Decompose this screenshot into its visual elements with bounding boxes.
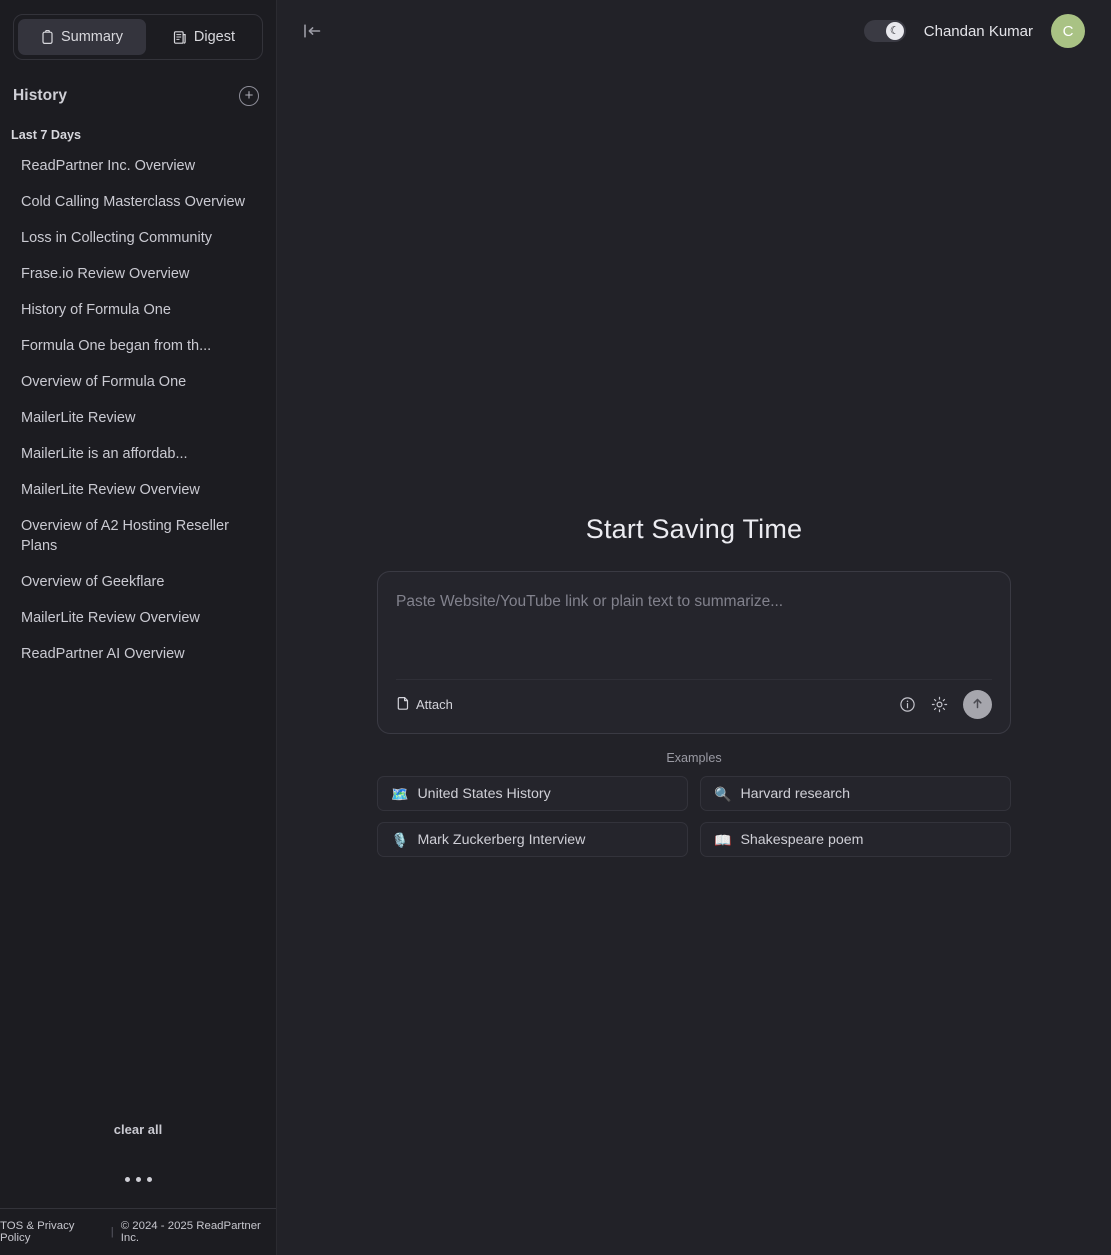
- tab-digest-label: Digest: [193, 29, 236, 45]
- list-item[interactable]: Loss in Collecting Community: [0, 220, 276, 256]
- page-title: Start Saving Time: [585, 514, 803, 544]
- list-item[interactable]: Overview of Formula One: [0, 364, 276, 400]
- microphone-icon: 🎙️: [391, 831, 409, 848]
- footer-divider: |: [110, 1226, 114, 1238]
- example-chip-label: United States History: [417, 785, 551, 802]
- dot: [146, 1177, 152, 1182]
- history-list: ReadPartner Inc. Overview Cold Calling M…: [0, 142, 276, 672]
- tab-summary-label: Summary: [60, 29, 123, 45]
- composer: Attach: [377, 571, 1011, 734]
- sidebar: Summary Digest History Last 7 Days ReadP…: [0, 0, 277, 1255]
- plus-circle-icon[interactable]: [239, 86, 259, 106]
- example-chip[interactable]: 🎙️ Mark Zuckerberg Interview: [377, 822, 688, 857]
- example-chip[interactable]: 📖 Shakespeare poem: [700, 822, 1011, 857]
- list-item[interactable]: MailerLite Review Overview: [0, 472, 276, 508]
- user-name: Chandan Kumar: [923, 22, 1033, 40]
- summarize-input[interactable]: [396, 591, 992, 679]
- theme-toggle[interactable]: ☾: [863, 20, 906, 42]
- example-chip-label: Shakespeare poem: [740, 831, 864, 848]
- attach-button[interactable]: Attach: [396, 696, 453, 714]
- examples-label: Examples: [666, 751, 722, 765]
- example-chip-label: Mark Zuckerberg Interview: [417, 831, 586, 848]
- tab-digest[interactable]: Digest: [150, 19, 258, 55]
- example-chip[interactable]: 🔍 Harvard research: [700, 776, 1011, 811]
- list-item[interactable]: Overview of A2 Hosting Reseller Plans: [0, 508, 276, 564]
- open-book-icon: 📖: [714, 831, 732, 848]
- dot: [124, 1177, 130, 1182]
- dot: [135, 1177, 141, 1182]
- list-item[interactable]: MailerLite Review: [0, 400, 276, 436]
- attach-label: Attach: [416, 697, 453, 712]
- list-item[interactable]: Frase.io Review Overview: [0, 256, 276, 292]
- composer-toolbar: Attach: [396, 679, 992, 733]
- avatar[interactable]: C: [1051, 14, 1085, 48]
- moon-icon: ☾: [885, 22, 904, 40]
- attach-icon: [396, 696, 410, 714]
- ellipsis-icon[interactable]: [0, 1147, 276, 1208]
- arrow-up-icon: [970, 696, 985, 714]
- history-title: History: [13, 87, 68, 104]
- topbar: ☾ Chandan Kumar C: [277, 0, 1111, 62]
- clear-all-button[interactable]: clear all: [0, 1122, 276, 1147]
- history-group-label: Last 7 Days: [11, 128, 82, 142]
- composer-actions: [899, 690, 992, 719]
- map-icon: 🗺️: [391, 785, 409, 802]
- list-item[interactable]: Formula One began from th...: [0, 328, 276, 364]
- main-center: Start Saving Time Attach: [277, 62, 1111, 1255]
- main-panel: ☾ Chandan Kumar C Start Saving Time Past…: [277, 0, 1111, 1255]
- list-item[interactable]: MailerLite Review Overview: [0, 600, 276, 636]
- list-item[interactable]: ReadPartner AI Overview: [0, 636, 276, 672]
- info-circle-icon[interactable]: [899, 696, 916, 713]
- send-button[interactable]: [963, 690, 992, 719]
- topbar-right: ☾ Chandan Kumar C: [863, 14, 1085, 48]
- gear-icon[interactable]: [931, 696, 948, 713]
- tos-privacy-link[interactable]: TOS & Privacy Policy: [0, 1220, 104, 1244]
- example-chip-label: Harvard research: [740, 785, 851, 802]
- collapse-sidebar-icon[interactable]: [301, 22, 323, 40]
- copyright-text: © 2024 - 2025 ReadPartner Inc.: [120, 1220, 261, 1244]
- list-item[interactable]: History of Formula One: [0, 292, 276, 328]
- list-item[interactable]: Overview of Geekflare: [0, 564, 276, 600]
- clipboard-icon: [41, 29, 54, 45]
- magnifier-icon: 🔍: [714, 785, 732, 802]
- examples-grid: 🗺️ United States History 🔍 Harvard resea…: [377, 776, 1011, 857]
- mode-tabbar: Summary Digest: [13, 14, 263, 60]
- newspaper-icon: [173, 30, 187, 45]
- history-header: History: [0, 60, 276, 106]
- app-root: Summary Digest History Last 7 Days ReadP…: [0, 0, 1111, 1255]
- tab-summary[interactable]: Summary: [18, 19, 146, 55]
- example-chip[interactable]: 🗺️ United States History: [377, 776, 688, 811]
- sidebar-footer: TOS & Privacy Policy | © 2024 - 2025 Rea…: [0, 1208, 276, 1255]
- list-item[interactable]: Cold Calling Masterclass Overview: [0, 184, 276, 220]
- list-item[interactable]: ReadPartner Inc. Overview: [0, 148, 276, 184]
- list-item[interactable]: MailerLite is an affordab...: [0, 436, 276, 472]
